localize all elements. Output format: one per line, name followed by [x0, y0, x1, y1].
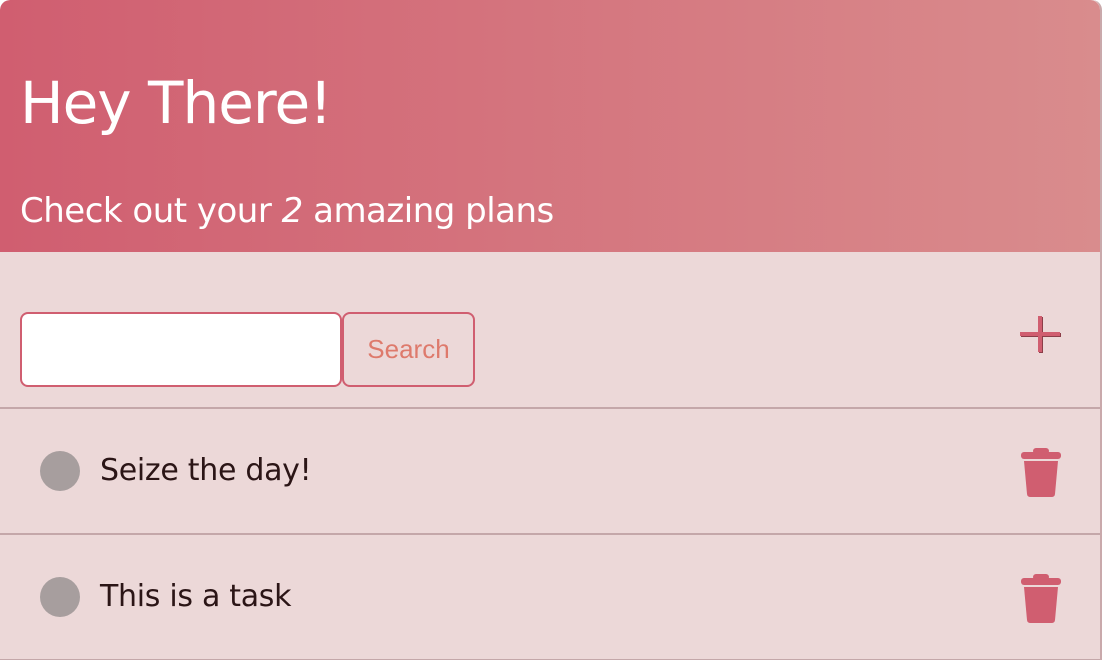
todo-app: Hey There! Check out your 2 amazing plan…: [0, 0, 1102, 660]
plus-icon: [1020, 316, 1061, 353]
trash-icon: [1021, 574, 1061, 623]
header: Hey There! Check out your 2 amazing plan…: [0, 0, 1100, 252]
toolbar: Search: [0, 252, 1100, 409]
task-list: Seize the day! This is a task: [0, 409, 1100, 660]
task-text: This is a task: [100, 579, 292, 614]
complete-task-toggle[interactable]: [40, 451, 80, 491]
subtitle-prefix: Check out your: [20, 191, 282, 231]
subtitle: Check out your 2 amazing plans: [20, 188, 554, 234]
search-button[interactable]: Search: [342, 312, 475, 387]
complete-task-toggle[interactable]: [40, 577, 80, 617]
search-input[interactable]: [20, 312, 342, 387]
task-item: This is a task: [0, 535, 1100, 660]
task-item: Seize the day!: [0, 409, 1100, 535]
delete-task-button[interactable]: [1020, 573, 1062, 623]
delete-task-button[interactable]: [1020, 447, 1062, 497]
subtitle-suffix: amazing plans: [302, 191, 554, 231]
add-task-button[interactable]: [1016, 310, 1066, 360]
trash-icon: [1021, 448, 1061, 497]
greeting-title: Hey There!: [20, 69, 332, 137]
task-count: 2: [281, 191, 304, 231]
task-text: Seize the day!: [100, 453, 312, 488]
